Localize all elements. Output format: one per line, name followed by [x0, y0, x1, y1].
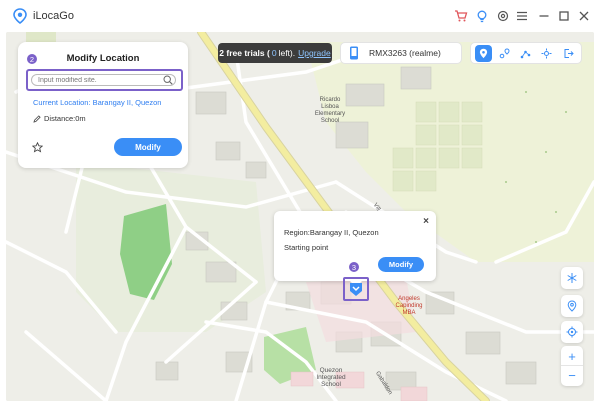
device-selector[interactable]: RMX3263 (realme) [340, 42, 462, 64]
popup-starting-point-text: Starting point [284, 243, 329, 252]
search-input[interactable] [31, 74, 176, 86]
app-name: iLocaGo [33, 10, 74, 22]
two-spot-mode-button[interactable] [496, 45, 513, 62]
modify-button[interactable]: Modify [114, 138, 182, 156]
recenter-button[interactable] [561, 321, 583, 343]
exit-icon [564, 49, 574, 58]
snowflake-button[interactable] [561, 267, 583, 289]
multi-spot-mode-button[interactable] [517, 45, 534, 62]
exit-mode-button[interactable] [560, 45, 577, 62]
location-pin-icon [479, 48, 488, 59]
app-logo-icon [13, 8, 27, 24]
multi-spot-icon [520, 50, 531, 59]
crosshair-icon [566, 326, 578, 338]
trial-suffix: left). [278, 48, 296, 58]
title-bar: iLocaGo [0, 0, 600, 32]
distance-row: Distance:0m [33, 114, 86, 123]
mode-toolbar [470, 42, 582, 64]
trial-count: 0 [271, 48, 277, 58]
minimize-icon[interactable] [537, 9, 551, 23]
search-icon[interactable] [163, 75, 173, 85]
school-label-ricardo: Ricardo Lisboa Elementary School [314, 97, 346, 124]
teleport-mode-button[interactable] [475, 45, 492, 62]
cart-icon[interactable] [454, 9, 468, 23]
panel-title: Modify Location [66, 53, 140, 64]
modify-location-panel: Modify Location Current Location: Barang… [18, 42, 188, 168]
joystick-icon [541, 48, 552, 59]
school-label-quezon: Quezon Integrated School [316, 367, 346, 388]
popup-region-text: Region:Barangay II, Quezon [284, 228, 379, 237]
device-name: RMX3263 (realme) [369, 48, 441, 58]
zoom-out-button[interactable]: − [561, 365, 583, 385]
zoom-control: + − [561, 346, 583, 386]
favorite-star-icon[interactable] [32, 142, 43, 153]
location-marker-icon[interactable] [348, 281, 364, 297]
location-history-icon [567, 300, 577, 312]
phone-icon [350, 46, 358, 60]
settings-icon[interactable] [496, 9, 510, 23]
zoom-in-button[interactable]: + [561, 346, 583, 366]
trial-banner: 2 free trials ( 0 left). Upgrade [218, 43, 332, 63]
step-badge-2: 2 [26, 53, 38, 65]
popup-close-icon[interactable]: × [423, 216, 429, 227]
joystick-mode-button[interactable] [538, 45, 555, 62]
search-field-highlight [26, 69, 183, 91]
location-marker-highlight [343, 277, 369, 301]
ruler-pencil-icon [33, 114, 41, 123]
upgrade-link[interactable]: Upgrade [298, 48, 331, 58]
two-spot-icon [499, 48, 510, 59]
close-icon[interactable] [577, 9, 591, 23]
current-location-text: Current Location: Barangay II, Quezon [33, 98, 162, 107]
trial-prefix: 2 free trials ( [219, 48, 270, 58]
popup-modify-button[interactable]: Modify [378, 257, 424, 272]
bulb-icon[interactable] [475, 9, 489, 23]
maximize-icon[interactable] [557, 9, 571, 23]
menu-icon[interactable] [515, 9, 529, 23]
distance-text: Distance:0m [44, 114, 86, 123]
snowflake-icon [567, 273, 577, 283]
location-history-button[interactable] [561, 295, 583, 317]
church-label: Angeles Capinding MBA [395, 296, 423, 316]
step-badge-3: 3 [348, 261, 360, 273]
